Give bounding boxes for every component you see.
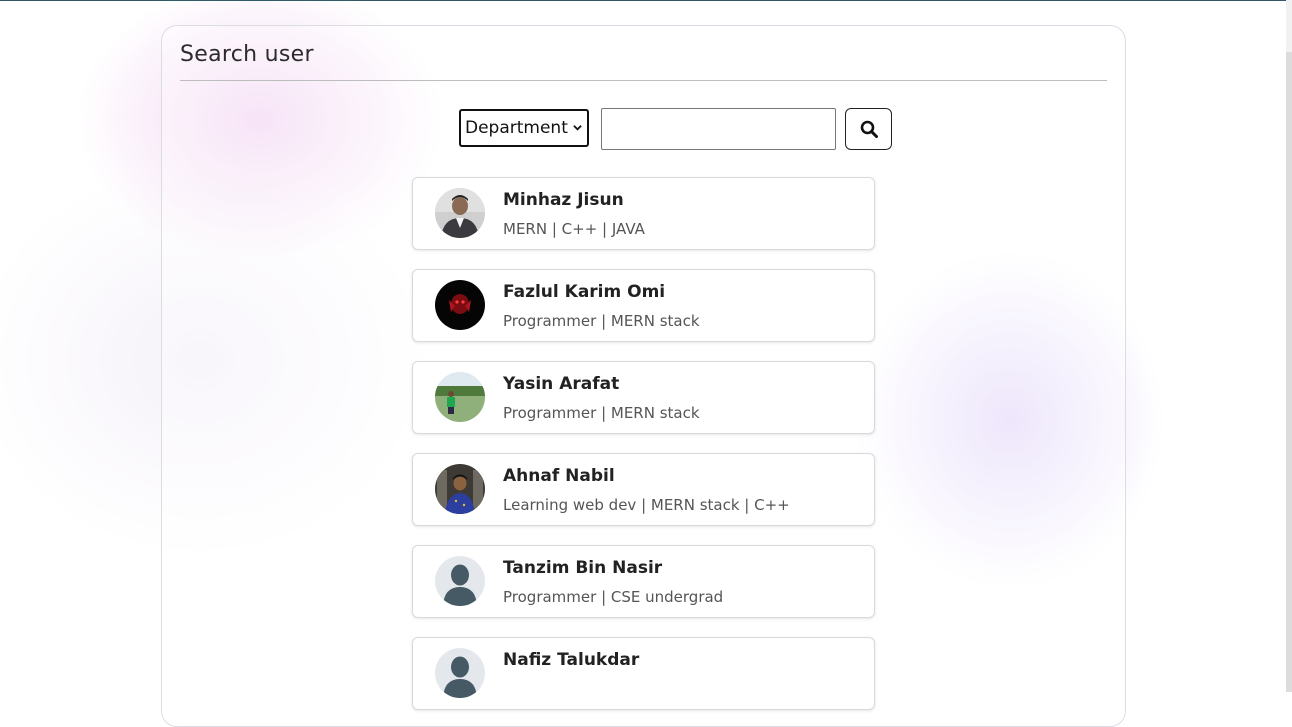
search-user-panel: Search user Department Minhaz Jisun MERN [161,25,1126,727]
department-select[interactable]: Department [459,109,589,147]
user-description: Programmer | CSE undergrad [503,588,724,606]
default-user-icon [435,556,485,606]
user-description: Learning web dev | MERN stack | C++ [503,496,790,514]
page-title: Search user [180,42,314,67]
avatar [435,648,485,698]
top-accent-line [0,0,1288,1]
user-name: Nafiz Talukdar [503,650,640,670]
title-divider [180,80,1107,81]
user-card[interactable]: Ahnaf Nabil Learning web dev | MERN stac… [412,453,875,526]
scrollbar-thumb[interactable] [1286,52,1292,692]
search-icon [860,120,878,138]
avatar [435,188,485,238]
user-photo [435,464,485,514]
avatar [435,280,485,330]
search-button[interactable] [845,108,892,150]
user-card[interactable]: Fazlul Karim Omi Programmer | MERN stack [412,269,875,342]
user-description: Programmer | MERN stack [503,312,700,330]
search-input[interactable] [601,108,836,150]
user-name: Fazlul Karim Omi [503,282,666,302]
user-photo [435,372,485,422]
chevron-down-icon [573,125,582,131]
scrollbar[interactable] [1286,0,1292,692]
user-name: Yasin Arafat [503,374,620,394]
user-description: MERN | C++ | JAVA [503,220,645,238]
department-select-value: Department [465,118,568,138]
user-photo [435,280,485,330]
user-name: Tanzim Bin Nasir [503,558,663,578]
user-card[interactable]: Nafiz Talukdar [412,637,875,710]
user-name: Minhaz Jisun [503,190,624,210]
default-user-icon [435,648,485,698]
user-card[interactable]: Minhaz Jisun MERN | C++ | JAVA [412,177,875,250]
user-photo [435,188,485,238]
user-description: Programmer | MERN stack [503,404,700,422]
user-name: Ahnaf Nabil [503,466,615,486]
user-card[interactable]: Yasin Arafat Programmer | MERN stack [412,361,875,434]
user-card[interactable]: Tanzim Bin Nasir Programmer | CSE underg… [412,545,875,618]
avatar [435,372,485,422]
avatar [435,556,485,606]
avatar [435,464,485,514]
